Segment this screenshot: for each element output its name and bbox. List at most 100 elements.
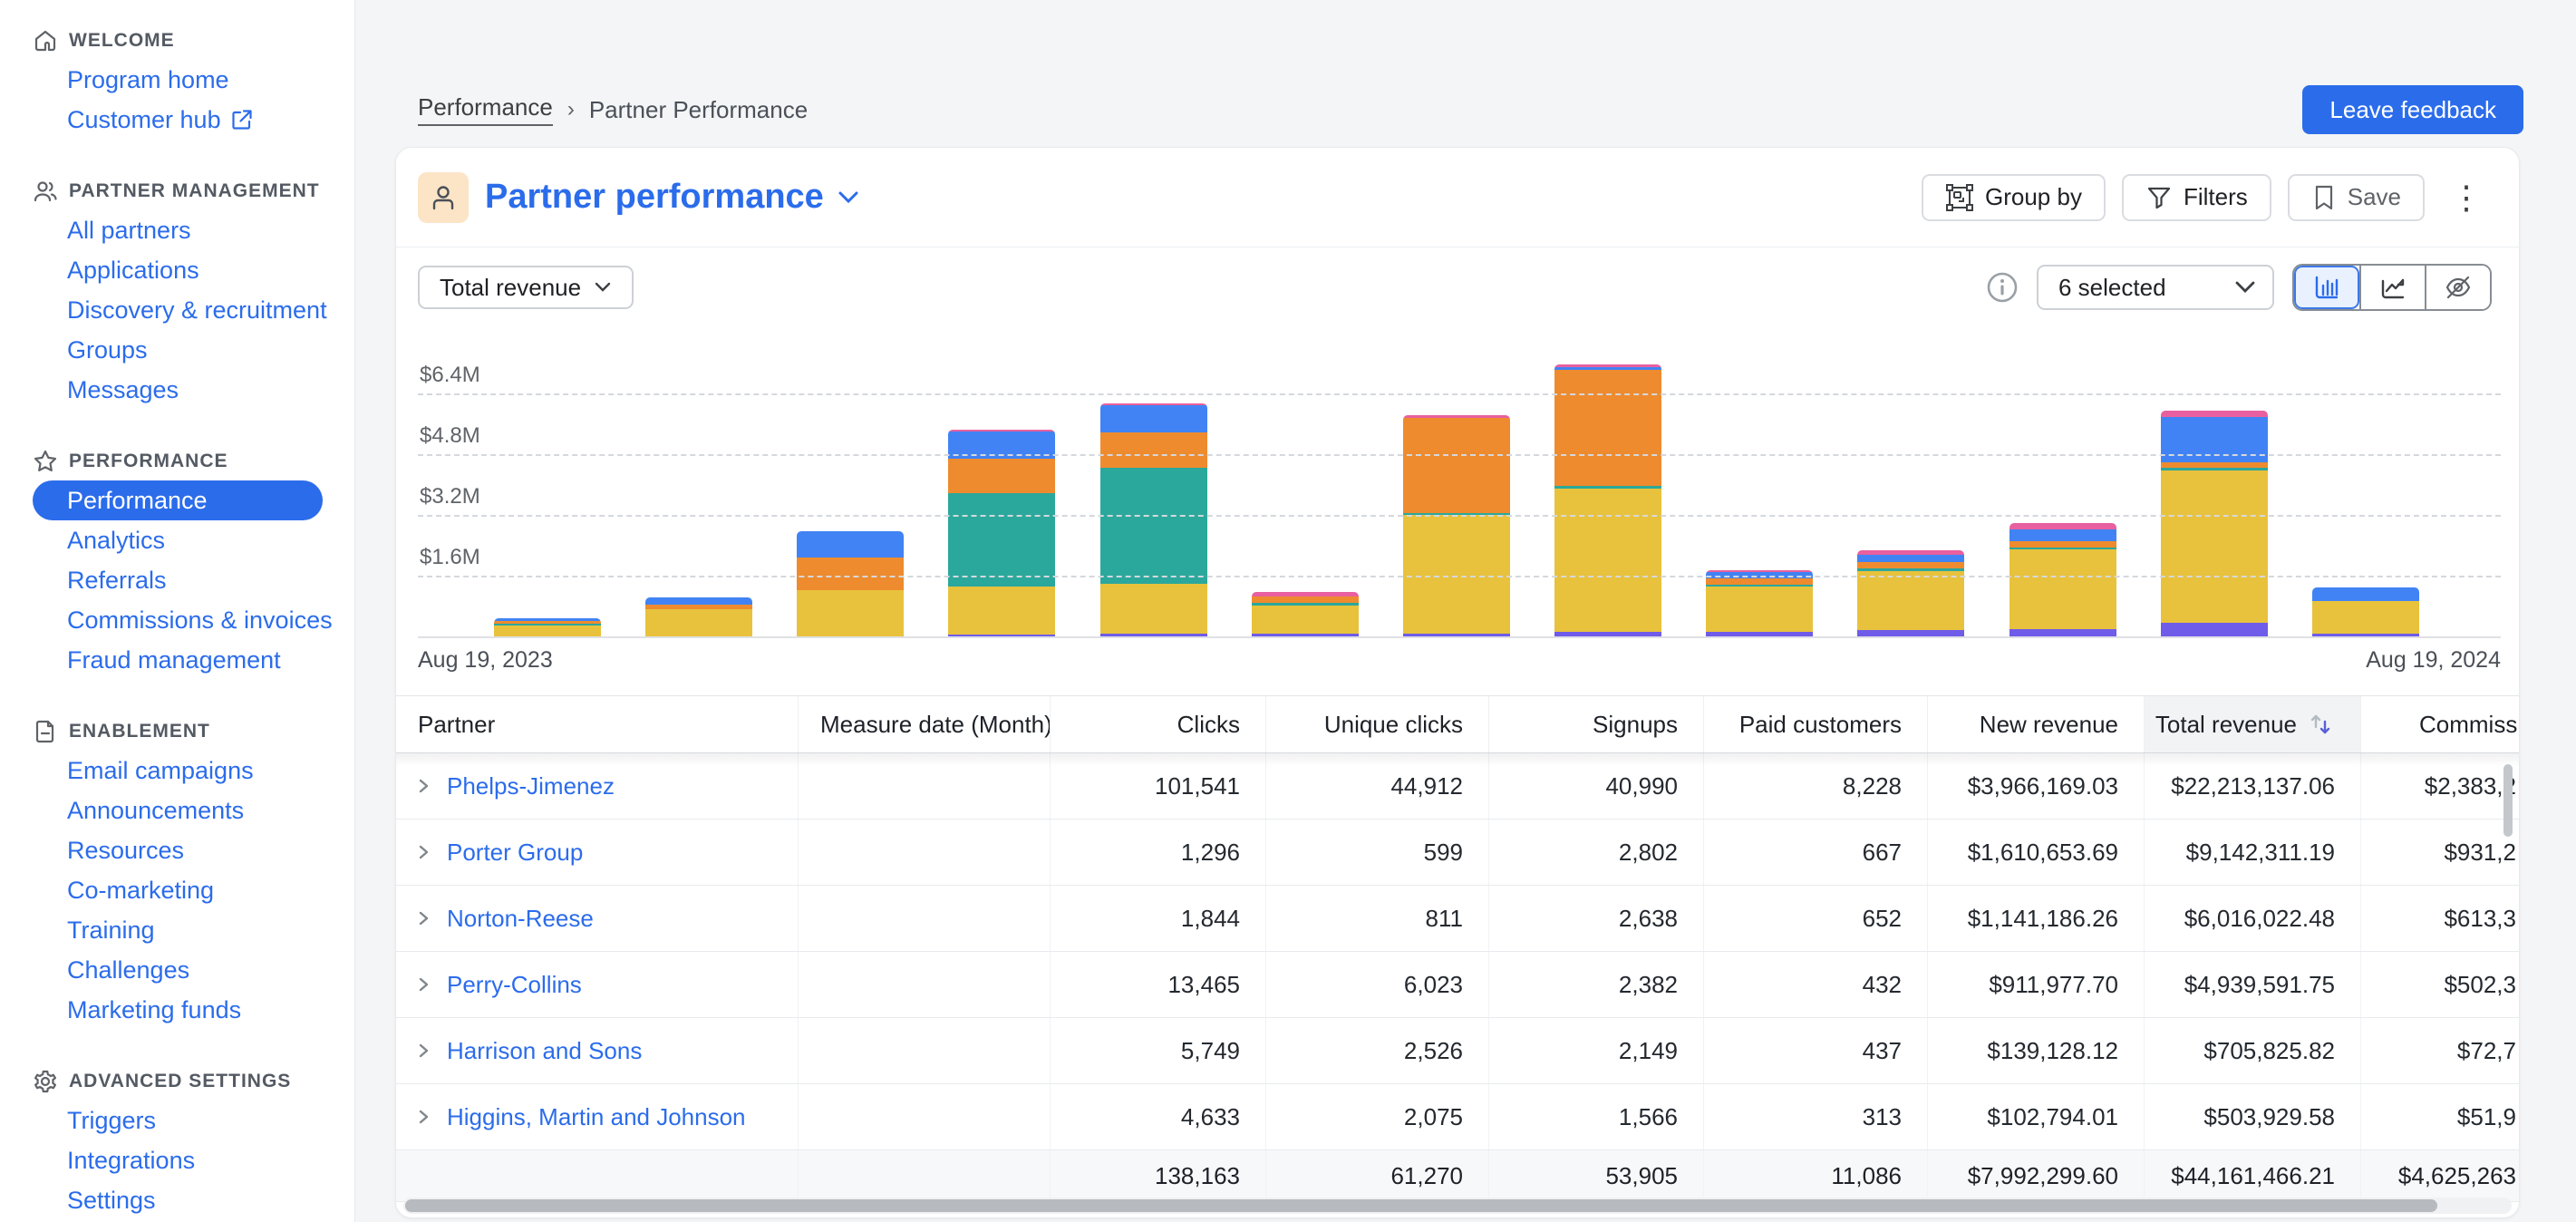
- partner-name-link[interactable]: Porter Group: [447, 839, 583, 867]
- stacked-bar-aug-2024[interactable]: [2312, 587, 2419, 636]
- sidebar-item-email-campaigns[interactable]: Email campaigns: [33, 751, 323, 790]
- chevron-right-icon[interactable]: [416, 908, 432, 928]
- info-icon[interactable]: [1986, 271, 2019, 304]
- stacked-bar-mar-2024[interactable]: [1554, 364, 1661, 636]
- stacked-bar-jun-2024[interactable]: [2009, 523, 2116, 636]
- chevron-right-icon[interactable]: [416, 776, 432, 796]
- column-header-unique-clicks[interactable]: Unique clicks: [1266, 696, 1489, 752]
- sidebar-item-resources[interactable]: Resources: [33, 830, 323, 870]
- cell-partner: Porter Group: [396, 820, 799, 885]
- sidebar-item-announcements[interactable]: Announcements: [33, 790, 323, 830]
- more-options-kebab-icon[interactable]: ⋮: [2441, 174, 2492, 221]
- table-horizontal-scrollbar-track[interactable]: [403, 1198, 2512, 1214]
- stacked-bar-nov-2023[interactable]: [948, 430, 1055, 636]
- bar-segment: [1100, 634, 1207, 636]
- sidebar-item-label: Marketing funds: [67, 996, 241, 1024]
- chart-type-segmented-control: [2292, 264, 2492, 311]
- bar-chart-toggle[interactable]: [2294, 266, 2359, 309]
- hide-chart-toggle[interactable]: [2425, 266, 2490, 309]
- chevron-right-icon[interactable]: [416, 1041, 432, 1061]
- sidebar-item-discovery-recruitment[interactable]: Discovery & recruitment: [33, 290, 323, 330]
- cell-signups: 2,802: [1489, 820, 1704, 885]
- sidebar-item-applications[interactable]: Applications: [33, 250, 323, 290]
- column-header-paid-customers[interactable]: Paid customers: [1704, 696, 1928, 752]
- totals-cell-partner: [396, 1150, 799, 1201]
- stacked-bar-feb-2024[interactable]: [1403, 415, 1510, 636]
- partner-name-link[interactable]: Harrison and Sons: [447, 1037, 642, 1065]
- sort-icon[interactable]: [2306, 710, 2335, 739]
- sidebar-item-integrations[interactable]: Integrations: [33, 1140, 323, 1180]
- group-by-button[interactable]: Group by: [1922, 174, 2106, 221]
- sidebar-item-analytics[interactable]: Analytics: [33, 520, 323, 560]
- cell-commissions: $51,9: [2361, 1084, 2520, 1149]
- sidebar-item-commissions-invoices[interactable]: Commissions & invoices: [33, 600, 323, 640]
- bar-segment: [1706, 587, 1813, 632]
- cell-value: $51,9: [2457, 1103, 2516, 1131]
- column-header-label: Unique clicks: [1324, 711, 1463, 739]
- stacked-bar-sep-2023[interactable]: [645, 597, 752, 636]
- stacked-bar-apr-2024[interactable]: [1706, 570, 1813, 636]
- chevron-right-icon[interactable]: [416, 1107, 432, 1127]
- partner-name-link[interactable]: Higgins, Martin and Johnson: [447, 1103, 746, 1131]
- stacked-bar-jan-2024[interactable]: [1252, 592, 1359, 636]
- sidebar-item-performance[interactable]: Performance: [33, 480, 323, 520]
- sidebar-item-settings[interactable]: Settings: [33, 1180, 323, 1220]
- table-vertical-scrollbar[interactable]: [2503, 764, 2513, 837]
- partner-name-link[interactable]: Perry-Collins: [447, 971, 582, 999]
- cell-value: 2,802: [1619, 839, 1678, 867]
- column-header-signups[interactable]: Signups: [1489, 696, 1704, 752]
- metric-dropdown[interactable]: Total revenue: [418, 266, 634, 309]
- chevron-right-icon[interactable]: [416, 842, 432, 862]
- column-header-total-revenue[interactable]: Total revenue: [2145, 696, 2361, 752]
- sidebar-item-customer-hub[interactable]: Customer hub: [33, 100, 323, 140]
- bar-segment: [1100, 405, 1207, 432]
- table-horizontal-scrollbar-thumb[interactable]: [405, 1199, 2437, 1212]
- filters-button[interactable]: Filters: [2122, 174, 2271, 221]
- sidebar-item-co-marketing[interactable]: Co-marketing: [33, 870, 323, 910]
- leave-feedback-button[interactable]: Leave feedback: [2302, 85, 2523, 134]
- sidebar-item-marketing-funds[interactable]: Marketing funds: [33, 990, 323, 1030]
- series-select-dropdown[interactable]: 6 selected: [2037, 265, 2274, 310]
- stacked-bar-dec-2023[interactable]: [1100, 403, 1207, 636]
- home-icon: [33, 28, 58, 53]
- stacked-bar-oct-2023[interactable]: [797, 531, 904, 636]
- bar-segment: [1857, 562, 1964, 568]
- document-icon: [33, 719, 58, 744]
- sidebar-item-groups[interactable]: Groups: [33, 330, 323, 370]
- sidebar-item-all-partners[interactable]: All partners: [33, 210, 323, 250]
- column-header-new-revenue[interactable]: New revenue: [1928, 696, 2145, 752]
- column-header-clicks[interactable]: Clicks: [1051, 696, 1266, 752]
- table-totals-row: 138,16361,27053,90511,086$7,992,299.60$4…: [396, 1150, 2520, 1202]
- partner-name-link[interactable]: Phelps-Jimenez: [447, 772, 615, 800]
- totals-value: $44,161,466.21: [2171, 1162, 2335, 1190]
- save-label: Save: [2348, 183, 2401, 211]
- sidebar-section-label: Welcome: [69, 30, 175, 52]
- stacked-bar-jul-2024[interactable]: [2161, 411, 2268, 636]
- page-title[interactable]: Partner performance: [485, 178, 860, 217]
- column-header-partner[interactable]: Partner: [396, 696, 799, 752]
- sidebar-item-referrals[interactable]: Referrals: [33, 560, 323, 600]
- bar-segment: [2161, 623, 2268, 636]
- star-icon: [33, 449, 58, 474]
- stacked-bar-aug-2023[interactable]: [494, 618, 601, 636]
- sidebar-item-label: All partners: [67, 217, 191, 245]
- table-row: Harrison and Sons5,7492,5262,149437$139,…: [396, 1018, 2520, 1084]
- breadcrumb-performance[interactable]: Performance: [418, 93, 553, 126]
- save-button[interactable]: Save: [2288, 174, 2425, 221]
- sidebar-item-triggers[interactable]: Triggers: [33, 1101, 323, 1140]
- line-chart-toggle[interactable]: [2359, 266, 2425, 309]
- stacked-bar-may-2024[interactable]: [1857, 550, 1964, 636]
- partner-table: PartnerMeasure date (Month)Clicks Unique …: [396, 695, 2520, 1202]
- sidebar-item-training[interactable]: Training: [33, 910, 323, 950]
- cell-partner: Harrison and Sons: [396, 1018, 799, 1083]
- chevron-right-icon[interactable]: [416, 975, 432, 994]
- sidebar-item-challenges[interactable]: Challenges: [33, 950, 323, 990]
- sidebar-item-fraud-management[interactable]: Fraud management: [33, 640, 323, 680]
- column-header-measure-date[interactable]: Measure date (Month): [799, 696, 1051, 752]
- sidebar-item-messages[interactable]: Messages: [33, 370, 323, 410]
- cell-total-revenue: $22,213,137.06: [2145, 753, 2361, 819]
- chart-gridline: [418, 454, 2501, 456]
- sidebar-item-program-home[interactable]: Program home: [33, 60, 323, 100]
- column-header-commissions[interactable]: Commissions: [2361, 696, 2520, 752]
- partner-name-link[interactable]: Norton-Reese: [447, 905, 594, 933]
